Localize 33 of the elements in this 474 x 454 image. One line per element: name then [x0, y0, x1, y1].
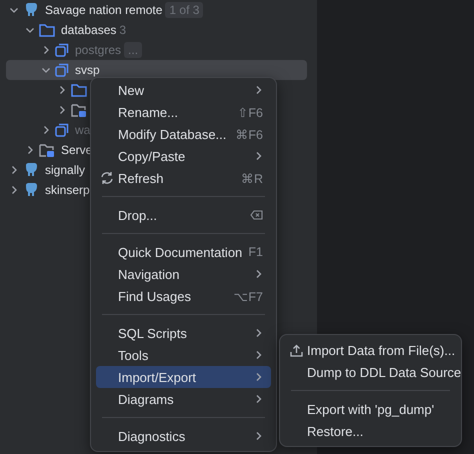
tree-label: skinserp	[45, 183, 90, 197]
menu-item-label: Import Data from File(s)...	[307, 342, 456, 358]
tree-label: wa	[75, 123, 90, 137]
shortcut-label: ⌥F7	[233, 288, 263, 304]
item-count: 3	[119, 23, 126, 37]
menu-item-label: New	[118, 82, 146, 98]
menu-item-label: Import/Export	[118, 370, 198, 384]
menu-item-label: Export with 'pg_dump'	[307, 402, 436, 416]
shortcut-label: ⌘R	[240, 170, 263, 186]
menu-item-label: Drop...	[118, 208, 158, 222]
tree-badge: 1 of 3	[165, 2, 204, 18]
tree-badge: ...	[124, 42, 142, 58]
tree-label: signally	[45, 163, 86, 177]
tree-label: postgres	[75, 43, 122, 57]
shortcut-label: ⌘F6	[235, 126, 263, 142]
menu-item-label: Quick Documentation	[118, 244, 244, 260]
tree-label: databases	[61, 23, 116, 37]
menu-item-label: Diagrams	[118, 392, 175, 406]
menu-item-label: Tools	[118, 348, 150, 362]
menu-item-label: Refresh	[118, 170, 165, 186]
menu-item-label: Dump to DDL Data Source	[307, 364, 462, 380]
tree-label: svsp	[75, 63, 100, 77]
shortcut-label: ⇧F6	[237, 104, 263, 120]
menu-item-label: Modify Database...	[118, 126, 228, 142]
menu-item-label: SQL Scripts	[118, 326, 188, 340]
menu-item-label: Copy/Paste	[118, 148, 186, 164]
menu-item-label: Find Usages	[118, 288, 192, 304]
menu-item-label: Diagnostics	[118, 428, 186, 444]
menu-item-label: Rename...	[118, 104, 179, 120]
menu-item-label: Restore...	[307, 424, 364, 438]
tree-label: Savage nation remote	[45, 3, 162, 17]
menu-item-label: Navigation	[118, 266, 180, 282]
shortcut-label: F1	[248, 245, 263, 259]
